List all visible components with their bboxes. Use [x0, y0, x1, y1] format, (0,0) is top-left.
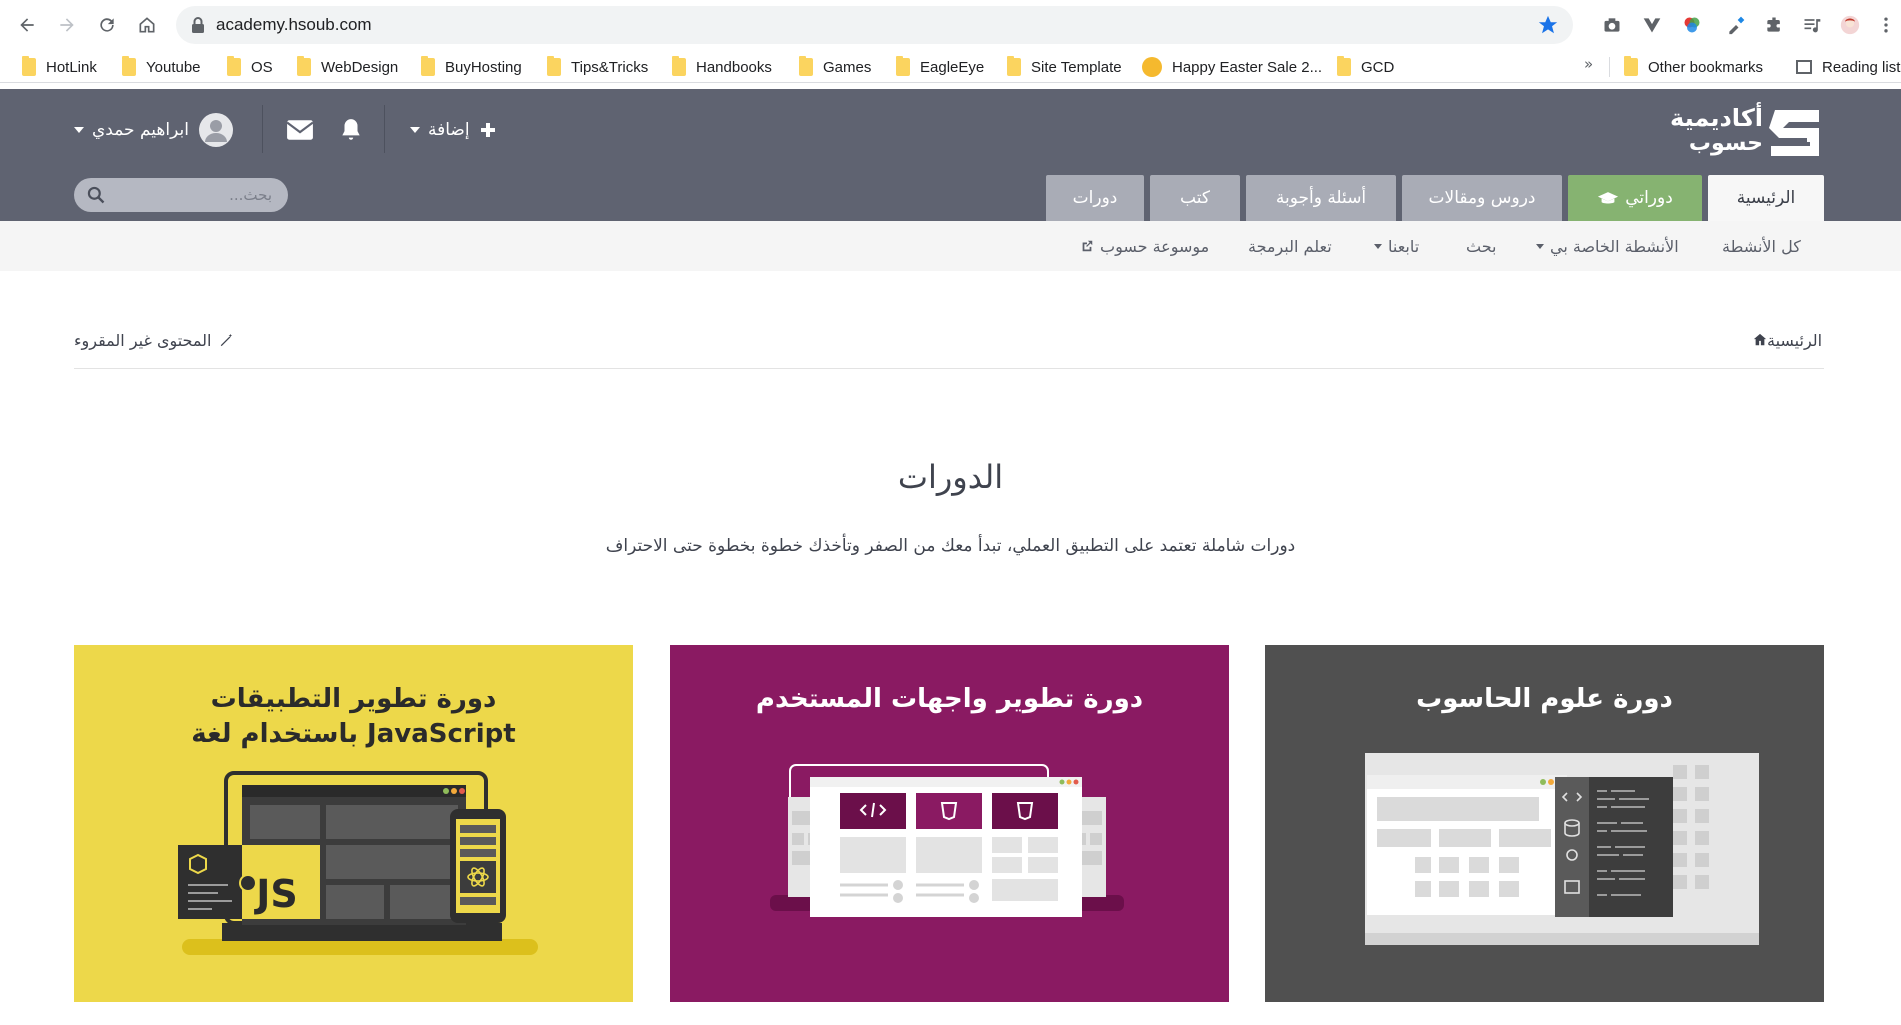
subnav-learn-programming[interactable]: تعلم البرمجة [1248, 236, 1332, 256]
notifications-button[interactable] [338, 110, 364, 150]
chevron-down-icon [74, 127, 84, 133]
browser-menu-icon[interactable] [1874, 13, 1898, 37]
reading-list-icon [1796, 60, 1812, 74]
bookmarks-overflow-button[interactable]: » [1584, 55, 1593, 73]
tab-questions-answers[interactable]: أسئلة وأجوبة [1246, 175, 1396, 221]
ui-development-illustration [770, 764, 1124, 917]
address-bar[interactable]: academy.hsoub.com [176, 6, 1573, 44]
folder-icon [672, 56, 686, 76]
tab-home[interactable]: الرئيسية [1708, 175, 1824, 221]
url-text: academy.hsoub.com [216, 15, 372, 34]
home-icon [139, 17, 155, 33]
folder-icon [122, 56, 136, 76]
subnav-my-activity[interactable]: الأنشطة الخاصة بي [1536, 236, 1679, 256]
bookmark-tips-tricks[interactable]: Tips&Tricks [547, 56, 648, 78]
folder-icon [1337, 56, 1351, 76]
page-subtitle: دورات شاملة تعتمد على التطبيق العملي، تب… [605, 536, 1296, 556]
tab-lessons-articles[interactable]: دروس ومقالات [1402, 175, 1562, 221]
course-card-ui-development[interactable]: دورة تطوير واجهات المستخدم [670, 645, 1229, 1002]
puzzle-extensions-icon[interactable] [1762, 13, 1786, 37]
smiley-icon [1142, 57, 1162, 77]
folder-icon [297, 56, 311, 76]
external-link-icon [1082, 240, 1093, 252]
subnav-hsoub-encyclopedia[interactable]: موسوعة حسوب [1080, 236, 1209, 256]
profile-avatar[interactable] [1838, 13, 1862, 37]
logo-text-academy: أكاديمية [1670, 104, 1763, 132]
js-badge: JS [253, 872, 298, 916]
bookmark-hotlink[interactable]: HotLink [22, 56, 97, 78]
arrow-left-icon [20, 18, 34, 32]
chevron-down-icon [1374, 243, 1382, 249]
chevron-down-icon [1536, 243, 1544, 249]
lock-icon [192, 17, 204, 33]
course-card-computer-science[interactable]: دورة علوم الحاسوب [1265, 645, 1824, 1002]
folder-icon [227, 56, 241, 76]
folder-icon [896, 56, 910, 76]
subnav-all-activity[interactable]: كل الأنشطة [1722, 236, 1801, 256]
header-divider [384, 105, 385, 153]
add-button[interactable]: إضافة [410, 110, 496, 150]
reading-list[interactable]: Reading list [1796, 56, 1900, 78]
bookmark-gcd[interactable]: GCD [1337, 56, 1394, 78]
other-bookmarks[interactable]: Other bookmarks [1624, 56, 1763, 78]
divider [74, 368, 1824, 369]
arrow-right-icon [60, 18, 74, 32]
browser-toolbar: academy.hsoub.com [0, 0, 1901, 50]
site-search-input[interactable]: بحث... [74, 178, 288, 212]
envelope-icon [286, 120, 314, 140]
bell-icon [342, 119, 360, 140]
course-card-javascript-apps[interactable]: دورة تطوير التطبيقات باستخدام لغة JavaSc… [74, 645, 633, 1002]
reload-button[interactable] [92, 10, 122, 40]
graduation-cap-icon [1598, 191, 1619, 204]
bookmark-webdesign[interactable]: WebDesign [297, 56, 398, 78]
bookmarks-separator [1609, 57, 1610, 77]
folder-icon [421, 56, 435, 76]
tab-my-courses[interactable]: دوراتي [1568, 175, 1702, 221]
bookmark-site-template[interactable]: Site Template [1007, 56, 1122, 78]
bookmark-os[interactable]: OS [227, 56, 273, 78]
logo-text-hsoub: حسوب [1688, 131, 1763, 156]
folder-icon [1624, 56, 1638, 76]
computer-science-illustration [1365, 753, 1759, 945]
forward-button[interactable] [52, 10, 82, 40]
search-icon[interactable] [86, 185, 106, 205]
reload-icon [100, 18, 114, 32]
bookmark-eagleeye[interactable]: EagleEye [896, 56, 984, 78]
bookmark-happy-easter-sale[interactable]: Happy Easter Sale 2... [1142, 56, 1322, 78]
subnav-search[interactable]: بحث [1466, 236, 1497, 256]
avatar [198, 113, 233, 147]
page-title: الدورات [897, 458, 1004, 496]
header-divider [262, 105, 263, 153]
media-control-icon[interactable] [1800, 13, 1824, 37]
bookmarks-bar: HotLink Youtube OS WebDesign BuyHosting … [0, 50, 1901, 83]
bookmark-games[interactable]: Games [799, 56, 871, 78]
folder-icon [799, 56, 813, 76]
magic-wand-icon [221, 333, 233, 347]
color-picker-extension-icon[interactable] [1680, 13, 1704, 37]
eyedropper-extension-icon[interactable] [1724, 13, 1748, 37]
subnav-follow-us[interactable]: تابعنا [1374, 236, 1419, 256]
folder-icon [22, 56, 36, 76]
back-button[interactable] [12, 10, 42, 40]
user-menu[interactable]: ابراهيم حمدي [74, 110, 233, 150]
plus-icon [480, 123, 495, 137]
home-button[interactable] [132, 10, 162, 40]
bookmark-buyhosting[interactable]: BuyHosting [421, 56, 522, 78]
chevron-down-icon [410, 127, 420, 133]
tab-books[interactable]: كتب [1150, 175, 1240, 221]
folder-icon [547, 56, 561, 76]
home-icon [1753, 333, 1767, 346]
bookmark-handbooks[interactable]: Handbooks [672, 56, 772, 78]
bookmark-star-icon[interactable] [1537, 14, 1559, 36]
messages-button[interactable] [286, 110, 314, 150]
search-placeholder: بحث... [229, 186, 272, 204]
bookmark-youtube[interactable]: Youtube [122, 56, 201, 78]
javascript-apps-illustration: JS [178, 771, 538, 955]
camera-extension-icon[interactable] [1600, 13, 1624, 37]
breadcrumb[interactable]: الرئيسية [1748, 329, 1822, 351]
tab-courses[interactable]: دورات [1046, 175, 1144, 221]
vue-extension-icon[interactable] [1640, 13, 1664, 37]
folder-icon [1007, 56, 1021, 76]
unread-content-link[interactable]: المحتوى غير المقروء [74, 329, 233, 351]
